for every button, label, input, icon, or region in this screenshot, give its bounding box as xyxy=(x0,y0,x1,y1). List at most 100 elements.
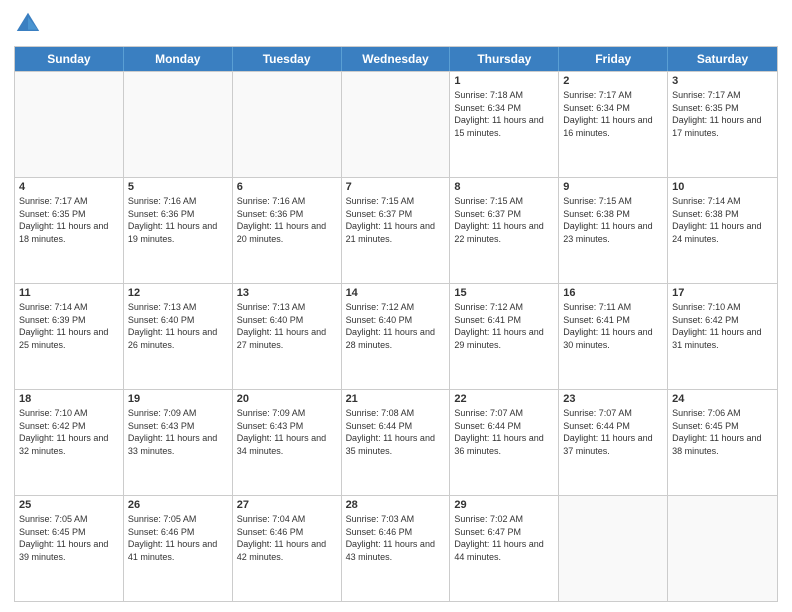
day-number: 12 xyxy=(128,287,228,299)
calendar-cell xyxy=(233,72,342,177)
calendar-cell xyxy=(342,72,451,177)
calendar-row: 25 Sunrise: 7:05 AM Sunset: 6:45 PM Dayli… xyxy=(15,495,777,601)
calendar-cell: 20 Sunrise: 7:09 AM Sunset: 6:43 PM Dayli… xyxy=(233,390,342,495)
day-info: Sunrise: 7:05 AM Sunset: 6:46 PM Dayligh… xyxy=(128,513,228,563)
calendar-cell: 23 Sunrise: 7:07 AM Sunset: 6:44 PM Dayli… xyxy=(559,390,668,495)
day-number: 27 xyxy=(237,499,337,511)
day-number: 15 xyxy=(454,287,554,299)
calendar-cell: 3Sunrise: 7:17 AM Sunset: 6:35 PM Daylig… xyxy=(668,72,777,177)
page: SundayMondayTuesdayWednesdayThursdayFrid… xyxy=(0,0,792,612)
calendar-cell: 24 Sunrise: 7:06 AM Sunset: 6:45 PM Dayli… xyxy=(668,390,777,495)
day-info: Sunrise: 7:13 AM Sunset: 6:40 PM Dayligh… xyxy=(237,301,337,351)
day-of-week-header: Saturday xyxy=(668,47,777,71)
calendar-cell: 22 Sunrise: 7:07 AM Sunset: 6:44 PM Dayli… xyxy=(450,390,559,495)
day-info: Sunrise: 7:14 AM Sunset: 6:39 PM Dayligh… xyxy=(19,301,119,351)
logo-icon xyxy=(14,10,42,38)
calendar-cell: 8 Sunrise: 7:15 AM Sunset: 6:37 PM Daylig… xyxy=(450,178,559,283)
day-info: Sunrise: 7:15 AM Sunset: 6:37 PM Dayligh… xyxy=(454,195,554,245)
calendar-cell: 17 Sunrise: 7:10 AM Sunset: 6:42 PM Dayli… xyxy=(668,284,777,389)
day-of-week-header: Wednesday xyxy=(342,47,451,71)
calendar-row: 18 Sunrise: 7:10 AM Sunset: 6:42 PM Dayli… xyxy=(15,389,777,495)
calendar-cell: 7 Sunrise: 7:15 AM Sunset: 6:37 PM Daylig… xyxy=(342,178,451,283)
day-info: Sunrise: 7:09 AM Sunset: 6:43 PM Dayligh… xyxy=(237,407,337,457)
day-info: Sunrise: 7:12 AM Sunset: 6:40 PM Dayligh… xyxy=(346,301,446,351)
day-info: Sunrise: 7:16 AM Sunset: 6:36 PM Dayligh… xyxy=(237,195,337,245)
day-of-week-header: Monday xyxy=(124,47,233,71)
day-number: 22 xyxy=(454,393,554,405)
calendar-cell: 5 Sunrise: 7:16 AM Sunset: 6:36 PM Daylig… xyxy=(124,178,233,283)
day-info: Sunrise: 7:10 AM Sunset: 6:42 PM Dayligh… xyxy=(672,301,773,351)
day-number: 14 xyxy=(346,287,446,299)
day-info: Sunrise: 7:12 AM Sunset: 6:41 PM Dayligh… xyxy=(454,301,554,351)
day-number: 23 xyxy=(563,393,663,405)
calendar-cell: 18 Sunrise: 7:10 AM Sunset: 6:42 PM Dayli… xyxy=(15,390,124,495)
day-of-week-header: Tuesday xyxy=(233,47,342,71)
day-number: 28 xyxy=(346,499,446,511)
day-number: 11 xyxy=(19,287,119,299)
day-info: Sunrise: 7:13 AM Sunset: 6:40 PM Dayligh… xyxy=(128,301,228,351)
calendar-body: 1 Sunrise: 7:18 AM Sunset: 6:34 PM Daylig… xyxy=(15,71,777,601)
calendar-cell: 21 Sunrise: 7:08 AM Sunset: 6:44 PM Dayli… xyxy=(342,390,451,495)
day-number: 21 xyxy=(346,393,446,405)
calendar-cell: 16Sunrise: 7:11 AM Sunset: 6:41 PM Dayli… xyxy=(559,284,668,389)
calendar-cell: 15 Sunrise: 7:12 AM Sunset: 6:41 PM Dayli… xyxy=(450,284,559,389)
day-number: 25 xyxy=(19,499,119,511)
day-number: 26 xyxy=(128,499,228,511)
day-number: 17 xyxy=(672,287,773,299)
day-info: Sunrise: 7:06 AM Sunset: 6:45 PM Dayligh… xyxy=(672,407,773,457)
calendar-cell: 19 Sunrise: 7:09 AM Sunset: 6:43 PM Dayli… xyxy=(124,390,233,495)
day-info: Sunrise: 7:18 AM Sunset: 6:34 PM Dayligh… xyxy=(454,89,554,139)
day-info: Sunrise: 7:17 AM Sunset: 6:35 PM Dayligh… xyxy=(672,89,773,139)
day-number: 24 xyxy=(672,393,773,405)
calendar-cell xyxy=(668,496,777,601)
calendar-cell: 2Sunrise: 7:17 AM Sunset: 6:34 PM Daylig… xyxy=(559,72,668,177)
calendar-cell: 10Sunrise: 7:14 AM Sunset: 6:38 PM Dayli… xyxy=(668,178,777,283)
logo xyxy=(14,10,46,38)
day-number: 19 xyxy=(128,393,228,405)
day-info: Sunrise: 7:07 AM Sunset: 6:44 PM Dayligh… xyxy=(454,407,554,457)
day-info: Sunrise: 7:02 AM Sunset: 6:47 PM Dayligh… xyxy=(454,513,554,563)
calendar-cell: 11 Sunrise: 7:14 AM Sunset: 6:39 PM Dayli… xyxy=(15,284,124,389)
day-info: Sunrise: 7:08 AM Sunset: 6:44 PM Dayligh… xyxy=(346,407,446,457)
day-info: Sunrise: 7:04 AM Sunset: 6:46 PM Dayligh… xyxy=(237,513,337,563)
day-number: 1 xyxy=(454,75,554,87)
day-number: 9 xyxy=(563,181,663,193)
day-info: Sunrise: 7:16 AM Sunset: 6:36 PM Dayligh… xyxy=(128,195,228,245)
day-number: 29 xyxy=(454,499,554,511)
day-number: 18 xyxy=(19,393,119,405)
calendar-cell xyxy=(559,496,668,601)
day-info: Sunrise: 7:14 AM Sunset: 6:38 PM Dayligh… xyxy=(672,195,773,245)
calendar-cell: 26 Sunrise: 7:05 AM Sunset: 6:46 PM Dayli… xyxy=(124,496,233,601)
calendar: SundayMondayTuesdayWednesdayThursdayFrid… xyxy=(14,46,778,602)
day-of-week-header: Friday xyxy=(559,47,668,71)
calendar-cell: 29 Sunrise: 7:02 AM Sunset: 6:47 PM Dayli… xyxy=(450,496,559,601)
day-number: 8 xyxy=(454,181,554,193)
day-number: 20 xyxy=(237,393,337,405)
calendar-row: 1 Sunrise: 7:18 AM Sunset: 6:34 PM Daylig… xyxy=(15,71,777,177)
calendar-cell: 25 Sunrise: 7:05 AM Sunset: 6:45 PM Dayli… xyxy=(15,496,124,601)
calendar-header: SundayMondayTuesdayWednesdayThursdayFrid… xyxy=(15,47,777,71)
day-of-week-header: Thursday xyxy=(450,47,559,71)
day-number: 4 xyxy=(19,181,119,193)
day-of-week-header: Sunday xyxy=(15,47,124,71)
day-info: Sunrise: 7:10 AM Sunset: 6:42 PM Dayligh… xyxy=(19,407,119,457)
day-info: Sunrise: 7:15 AM Sunset: 6:38 PM Dayligh… xyxy=(563,195,663,245)
calendar-cell: 13 Sunrise: 7:13 AM Sunset: 6:40 PM Dayli… xyxy=(233,284,342,389)
day-number: 5 xyxy=(128,181,228,193)
day-number: 7 xyxy=(346,181,446,193)
day-info: Sunrise: 7:15 AM Sunset: 6:37 PM Dayligh… xyxy=(346,195,446,245)
day-number: 13 xyxy=(237,287,337,299)
calendar-cell xyxy=(15,72,124,177)
day-info: Sunrise: 7:09 AM Sunset: 6:43 PM Dayligh… xyxy=(128,407,228,457)
calendar-cell: 12 Sunrise: 7:13 AM Sunset: 6:40 PM Dayli… xyxy=(124,284,233,389)
calendar-row: 11 Sunrise: 7:14 AM Sunset: 6:39 PM Dayli… xyxy=(15,283,777,389)
day-number: 2 xyxy=(563,75,663,87)
day-info: Sunrise: 7:05 AM Sunset: 6:45 PM Dayligh… xyxy=(19,513,119,563)
day-number: 6 xyxy=(237,181,337,193)
day-info: Sunrise: 7:11 AM Sunset: 6:41 PM Dayligh… xyxy=(563,301,663,351)
calendar-cell: 14 Sunrise: 7:12 AM Sunset: 6:40 PM Dayli… xyxy=(342,284,451,389)
day-info: Sunrise: 7:07 AM Sunset: 6:44 PM Dayligh… xyxy=(563,407,663,457)
header xyxy=(14,10,778,38)
calendar-row: 4Sunrise: 7:17 AM Sunset: 6:35 PM Daylig… xyxy=(15,177,777,283)
calendar-cell: 6 Sunrise: 7:16 AM Sunset: 6:36 PM Daylig… xyxy=(233,178,342,283)
